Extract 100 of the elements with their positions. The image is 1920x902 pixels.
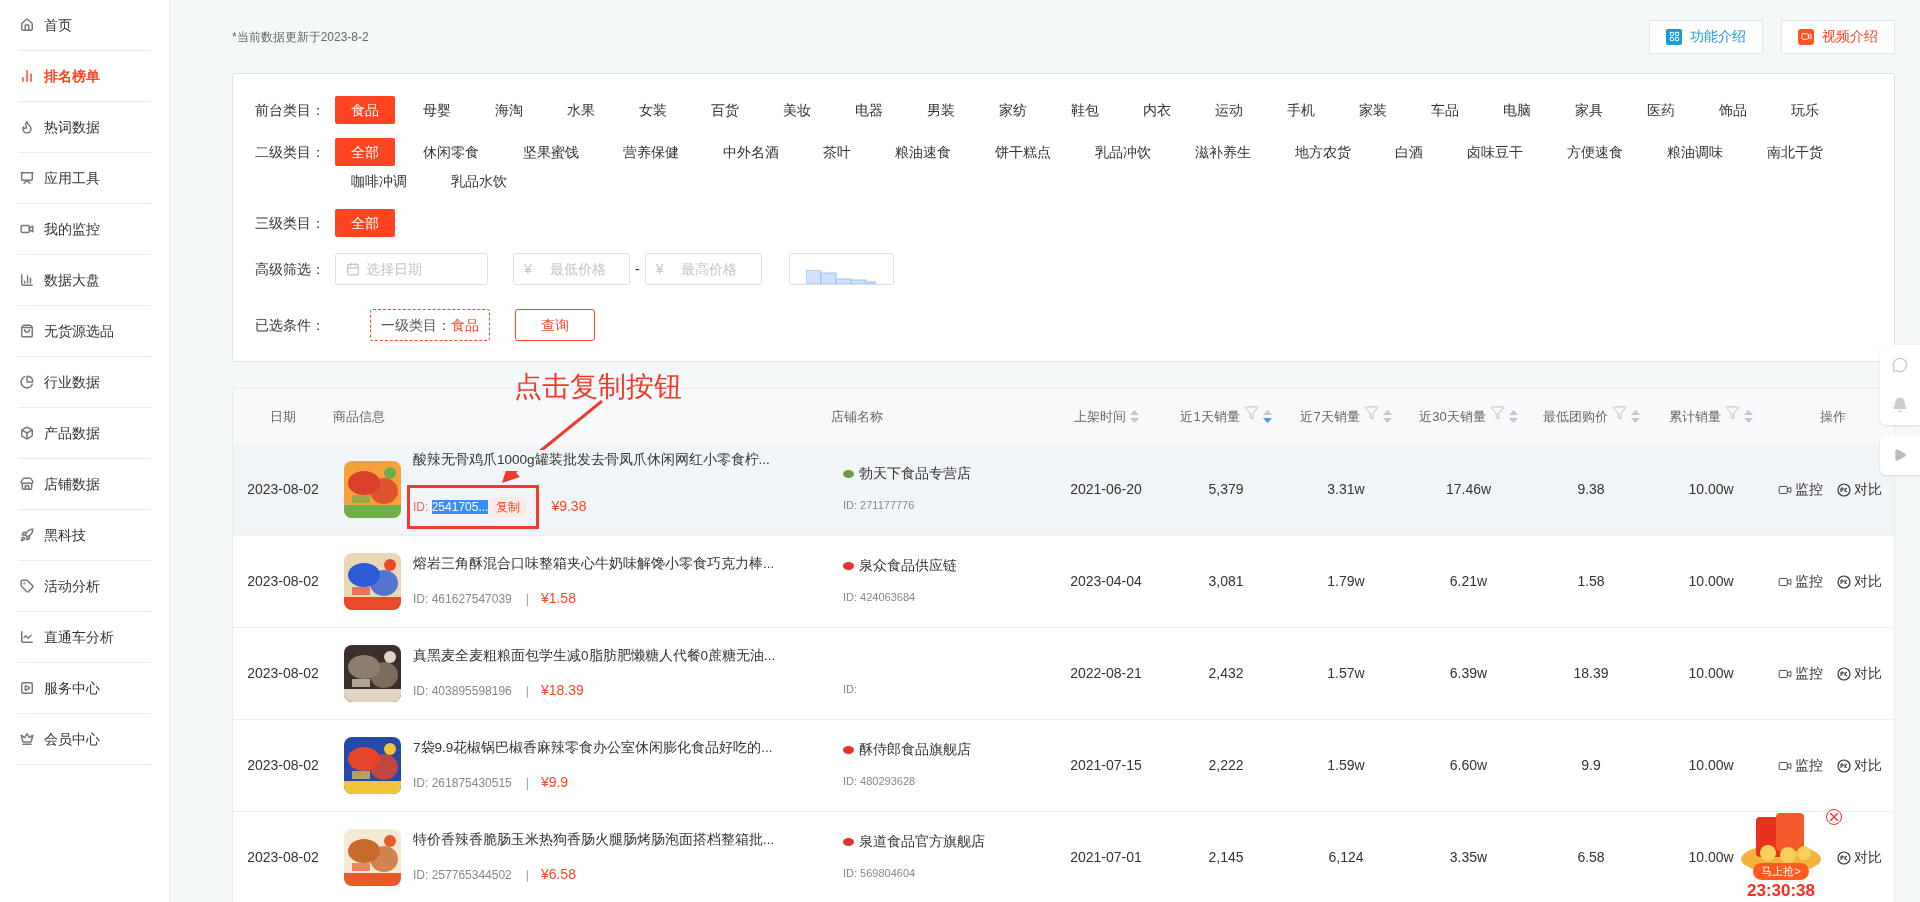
category-option[interactable]: 百货 [695, 96, 755, 124]
filter-icon[interactable] [1725, 405, 1740, 420]
category-option[interactable]: 手机 [1271, 96, 1331, 124]
sidebar-item[interactable]: 会员中心 [18, 728, 102, 750]
category-option[interactable]: 母婴 [407, 96, 467, 124]
category-option[interactable]: 玩乐 [1775, 96, 1835, 124]
monitor-link[interactable]: 监控 [1778, 755, 1823, 776]
category-option[interactable]: 饰品 [1703, 96, 1763, 124]
category-option[interactable]: 美妆 [767, 96, 827, 124]
category-option[interactable]: 乳品水饮 [435, 167, 523, 195]
sidebar-item[interactable]: 热词数据 [18, 116, 102, 138]
column-header: 日期 [270, 407, 296, 426]
product-title[interactable]: 酸辣无骨鸡爪1000g罐装批发去骨凤爪休闲网红小零食柠... [413, 450, 770, 471]
sort-icon[interactable] [1630, 410, 1640, 423]
sidebar-item[interactable]: 服务中心 [18, 677, 102, 699]
category-option[interactable]: 粮油调味 [1651, 138, 1739, 166]
filter-icon[interactable] [1489, 405, 1505, 420]
compare-link[interactable]: 对比 [1837, 479, 1882, 500]
sidebar-item[interactable]: 黑科技 [18, 524, 88, 546]
price-histogram[interactable] [788, 253, 894, 285]
monitor-link[interactable]: 监控 [1778, 571, 1823, 592]
category-option[interactable]: 坚果蜜饯 [507, 138, 595, 166]
sales-cell-text: 10.00w [1688, 756, 1734, 775]
price: ¥9.38 [551, 497, 587, 517]
shop-name[interactable]: 泉众食品供应链 [859, 556, 957, 577]
sort-icon[interactable] [1508, 410, 1518, 423]
category-option[interactable]: 电器 [839, 96, 899, 124]
category-option[interactable]: 卤味豆干 [1451, 138, 1539, 166]
monitor-link[interactable]: 监控 [1778, 663, 1823, 684]
sidebar-item[interactable]: 行业数据 [18, 371, 102, 393]
filter-icon[interactable] [1243, 405, 1259, 420]
category-option[interactable]: 运动 [1199, 96, 1259, 124]
category-option[interactable]: 白酒 [1379, 138, 1439, 166]
monitor-link[interactable]: 监控 [1778, 479, 1823, 500]
column-header: 近1天销量 [1180, 407, 1240, 426]
menu-item-icon [20, 120, 34, 134]
category-option[interactable]: 中外名酒 [707, 138, 795, 166]
category-option[interactable]: 营养保健 [607, 138, 695, 166]
category-option[interactable]: 男装 [911, 96, 971, 124]
sidebar-item[interactable]: 直通车分析 [18, 626, 116, 648]
sort-icon[interactable] [1129, 410, 1139, 423]
sort-icon[interactable] [1744, 410, 1753, 423]
bell-icon[interactable] [1892, 397, 1908, 413]
filter-icon[interactable] [1611, 405, 1627, 420]
category-option[interactable]: 茶叶 [807, 138, 867, 166]
category-option[interactable]: 南北干货 [1751, 138, 1839, 166]
category-option[interactable]: 乳品冲饮 [1079, 138, 1167, 166]
category-option[interactable]: 医药 [1631, 96, 1691, 124]
shop-name[interactable]: 泉道食品官方旗舰店 [859, 832, 985, 853]
filter-icon[interactable] [1363, 405, 1379, 420]
sort-icon[interactable] [1382, 410, 1392, 423]
listing-date: 2022-08-21 [1070, 664, 1142, 683]
menu-item-icon [20, 528, 34, 542]
query-button[interactable]: 查询 [515, 309, 595, 341]
compare-link[interactable]: 对比 [1837, 663, 1882, 684]
sidebar-item[interactable]: 活动分析 [18, 575, 102, 597]
category-option[interactable]: 粮油速食 [879, 138, 967, 166]
chat-icon[interactable] [1892, 357, 1908, 373]
sidebar-item[interactable]: 店铺数据 [18, 473, 102, 495]
category-option[interactable]: 海淘 [479, 96, 539, 124]
price: ¥1.58 [540, 589, 576, 609]
compare-link[interactable]: 对比 [1837, 847, 1882, 868]
sales-cell-text: 2,145 [1208, 848, 1244, 867]
category-option[interactable]: 地方农货 [1279, 138, 1367, 166]
shop-name[interactable]: 勃天下食品专营店 [859, 464, 971, 485]
category-option[interactable]: 饼干糕点 [979, 138, 1067, 166]
sidebar-item[interactable]: 产品数据 [18, 422, 102, 444]
category-option[interactable]: 滋补养生 [1179, 138, 1267, 166]
category-option[interactable]: 内衣 [1127, 96, 1187, 124]
category-option[interactable]: 鞋包 [1055, 96, 1115, 124]
product-id: ID: 461627547039 [413, 590, 512, 608]
category-option[interactable]: 家纺 [983, 96, 1043, 124]
intro-button[interactable]: 视频介绍 [1781, 19, 1895, 54]
category-option[interactable]: 女装 [623, 96, 683, 124]
menu-item-icon [20, 426, 34, 440]
sidebar-item[interactable]: 数据大盘 [18, 269, 102, 291]
shop-name[interactable]: 酥侍郎食品旗舰店 [859, 740, 971, 761]
table-row[interactable]: 2023-08-02 酸辣无骨鸡爪1000g罐装批发去骨凤爪休闲网红小零食柠... ID: 2541705... 复制 ¥9.38 勃天下食品专营店 ID: 271177776 2021-06-20 5,379 3.31w 17.46w 9.38 10.00w 监控 对比 [233, 444, 1894, 536]
compare-link[interactable]: 对比 [1837, 571, 1882, 592]
sidebar-item[interactable]: 无货源选品 [18, 320, 116, 342]
sidebar-item[interactable]: 首页 [18, 14, 74, 36]
play-icon[interactable] [1893, 448, 1907, 462]
category-option[interactable]: 家具 [1559, 96, 1619, 124]
compare-link[interactable]: 对比 [1837, 755, 1882, 776]
shop-logo-icon [843, 561, 854, 572]
sidebar-item[interactable]: 应用工具 [18, 167, 102, 189]
category-option[interactable]: 车品 [1415, 96, 1475, 124]
category-option[interactable]: 咖啡冲调 [335, 167, 423, 195]
sort-icon[interactable] [1262, 410, 1272, 423]
category-option[interactable]: 电脑 [1487, 96, 1547, 124]
category-option[interactable]: 水果 [551, 96, 611, 124]
category-option[interactable]: 家装 [1343, 96, 1403, 124]
range-separator: - [635, 259, 640, 279]
pk-icon [1837, 574, 1851, 589]
condition-tag[interactable]: 一级类目：食品 [370, 309, 490, 341]
category-option[interactable]: 方便速食 [1551, 138, 1639, 166]
category-option[interactable]: 休闲零食 [407, 138, 495, 166]
date-cell-text: 2023-08-02 [247, 664, 319, 683]
price-cell-text: 18.39 [1573, 664, 1609, 683]
sidebar-item[interactable]: 我的监控 [18, 218, 102, 240]
